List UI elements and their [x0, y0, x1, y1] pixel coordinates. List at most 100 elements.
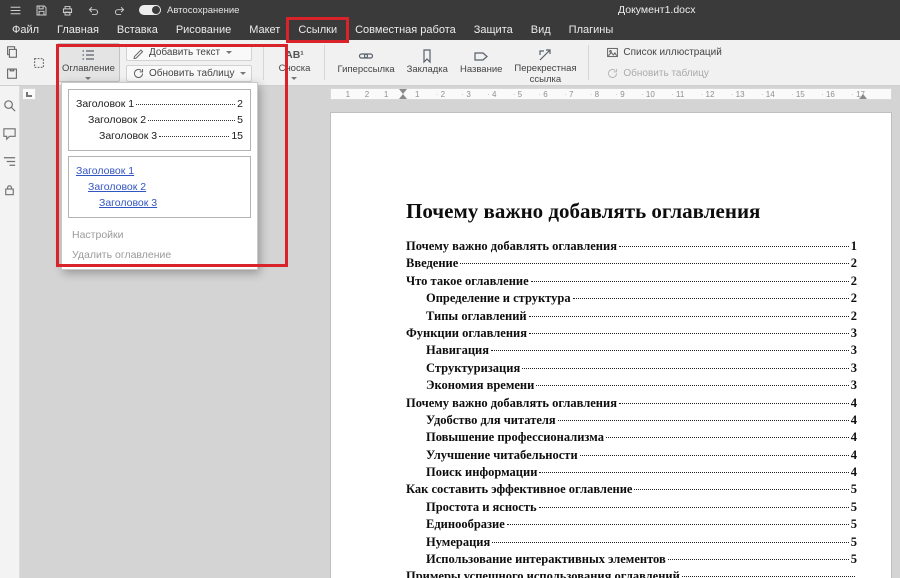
toc-entry-page: 4: [851, 396, 857, 411]
search-icon[interactable]: [2, 98, 17, 113]
menu-tab[interactable]: Ссылки: [289, 20, 346, 40]
refresh-icon: [132, 67, 145, 80]
toc-entry[interactable]: Поиск информации 4: [406, 465, 857, 482]
menu-tab-label: Защита: [474, 24, 513, 36]
toc-preview-row: Заголовок 2 5: [76, 112, 243, 128]
toc-entry[interactable]: Простота и ясность 5: [406, 500, 857, 517]
menu-tab[interactable]: Защита: [465, 20, 522, 40]
toc-settings-item[interactable]: Настройки: [68, 223, 251, 243]
save-icon[interactable]: [34, 3, 49, 17]
lock-icon[interactable]: [2, 182, 17, 197]
toc-entry-page: 2: [851, 274, 857, 289]
toc-preview-page: 15: [231, 128, 243, 144]
ruler-main-zone: 1234567891011121314151617: [403, 89, 891, 99]
toc-entry-page: 3: [851, 378, 857, 393]
figures-list-button[interactable]: Список иллюстраций: [600, 44, 727, 61]
toc-remove-item[interactable]: Удалить оглавление: [68, 243, 251, 263]
toc-style-links[interactable]: Заголовок 1 Заголовок 2 Заголовок 3: [68, 156, 251, 218]
menu-tab[interactable]: Макет: [240, 20, 289, 40]
menu-icon[interactable]: [8, 3, 23, 17]
toc-entry-label: Простота и ясность: [426, 500, 537, 515]
ribbon-separator: [588, 45, 589, 80]
toc-entry[interactable]: Повышение профессионализма 4: [406, 430, 857, 447]
bookmark-button[interactable]: Закладка: [402, 43, 453, 82]
toc-entry[interactable]: Улучшение читабельности 4: [406, 448, 857, 465]
toc-entry-label: Почему важно добавлять оглавления: [406, 239, 617, 254]
toc-preview-page: 2: [237, 96, 243, 112]
toc-entry[interactable]: Использование интерактивных элементов 5: [406, 552, 857, 569]
toc-preview-row: Заголовок 3: [76, 195, 243, 211]
toc-style-classic[interactable]: Заголовок 1 2 Заголовок 2 5 Заголовок 3 …: [68, 89, 251, 151]
comments-icon[interactable]: [2, 126, 17, 141]
menu-tab-bar: Файл Главная Вставка Рисование Макет Ссы…: [0, 20, 900, 40]
menu-tab[interactable]: Рисование: [167, 20, 240, 40]
toc-preview-label: Заголовок 3: [99, 128, 157, 144]
refresh-table-button[interactable]: Обновить таблицу: [126, 65, 253, 82]
toc-button[interactable]: Оглавление: [57, 43, 120, 82]
add-text-button[interactable]: Добавить текст: [126, 44, 253, 61]
undo-icon[interactable]: [86, 3, 101, 17]
toc-entry[interactable]: Типы оглавлений 2: [406, 309, 857, 326]
ribbon-references: Оглавление Добавить текст Обновить табли…: [0, 40, 900, 86]
autosave-control: Автосохранение: [139, 5, 239, 16]
refresh-table-2-button[interactable]: Обновить таблицу: [600, 65, 727, 82]
menu-tab[interactable]: Вид: [522, 20, 560, 40]
toc-entry[interactable]: Почему важно добавлять оглавления 4: [406, 396, 857, 413]
toc-entry-label: Структуризация: [426, 361, 520, 376]
horizontal-ruler[interactable]: 121 1234567891011121314151617: [330, 88, 892, 100]
document-page[interactable]: Почему важно добавлять оглавления Почему…: [330, 112, 892, 578]
copy-icon[interactable]: [3, 43, 21, 61]
hyperlink-button[interactable]: Гиперссылка: [332, 43, 399, 82]
refresh-table-2-label: Обновить таблицу: [623, 68, 709, 79]
menu-tab[interactable]: Совместная работа: [346, 20, 465, 40]
tab-selector[interactable]: [22, 88, 36, 100]
toc-entry[interactable]: Единообразие 5: [406, 517, 857, 534]
toc-entry[interactable]: Введение 2: [406, 256, 857, 273]
menu-tab[interactable]: Файл: [3, 20, 48, 40]
headings-navigation-icon[interactable]: [2, 154, 17, 169]
menu-tab-label: Ссылки: [298, 24, 337, 36]
right-indent-marker[interactable]: [859, 94, 867, 99]
menu-tab[interactable]: Плагины: [560, 20, 623, 40]
footnote-button[interactable]: AB¹ Сноска: [271, 43, 317, 82]
dot-leader: [619, 403, 849, 404]
dot-leader: [682, 576, 855, 577]
toc-entry[interactable]: Экономия времени 3: [406, 378, 857, 395]
toc-entry[interactable]: Примеры успешного использования оглавлен…: [406, 569, 857, 578]
menu-tab[interactable]: Главная: [48, 20, 108, 40]
toc-entry-label: Использование интерактивных элементов: [426, 552, 666, 567]
toc-entry[interactable]: Как составить эффективное оглавление 5: [406, 482, 857, 499]
add-text-icon: [132, 46, 145, 59]
tab-stop-icon: [26, 92, 32, 97]
select-tool-icon[interactable]: [30, 54, 48, 72]
toc-entry-page: 2: [851, 309, 857, 324]
dot-leader: [531, 281, 849, 282]
table-of-contents-field[interactable]: Почему важно добавлять оглавления 1 Введ…: [406, 239, 857, 578]
left-indent-marker[interactable]: [399, 94, 407, 99]
paste-icon[interactable]: [3, 64, 21, 82]
autosave-toggle[interactable]: [139, 5, 161, 15]
dot-leader: [606, 437, 849, 438]
autosave-label: Автосохранение: [167, 5, 239, 16]
dot-leader: [529, 316, 849, 317]
toc-entry[interactable]: Навигация 3: [406, 343, 857, 360]
ruler-number: 8: [590, 90, 599, 99]
toc-entry[interactable]: Нумерация 5: [406, 535, 857, 552]
toc-entry[interactable]: Почему важно добавлять оглавления 1: [406, 239, 857, 256]
toc-entry[interactable]: Структуризация 3: [406, 361, 857, 378]
chevron-down-icon: [226, 51, 232, 54]
caption-icon: [473, 47, 489, 64]
toc-entry-label: Функции оглавления: [406, 326, 527, 341]
toc-entry[interactable]: Удобство для читателя 4: [406, 413, 857, 430]
cross-reference-button[interactable]: Перекрестная ссылка: [509, 43, 581, 82]
menu-tab[interactable]: Вставка: [108, 20, 167, 40]
caption-button[interactable]: Название: [455, 43, 507, 82]
toc-entry[interactable]: Функции оглавления 3: [406, 326, 857, 343]
toc-entry-label: Удобство для читателя: [426, 413, 556, 428]
toc-entry[interactable]: Что такое оглавление 2: [406, 274, 857, 291]
redo-icon[interactable]: [112, 3, 127, 17]
dot-leader: [507, 524, 849, 525]
print-icon[interactable]: [60, 3, 75, 17]
ruler-number: 15: [791, 90, 805, 99]
toc-entry[interactable]: Определение и структура 2: [406, 291, 857, 308]
